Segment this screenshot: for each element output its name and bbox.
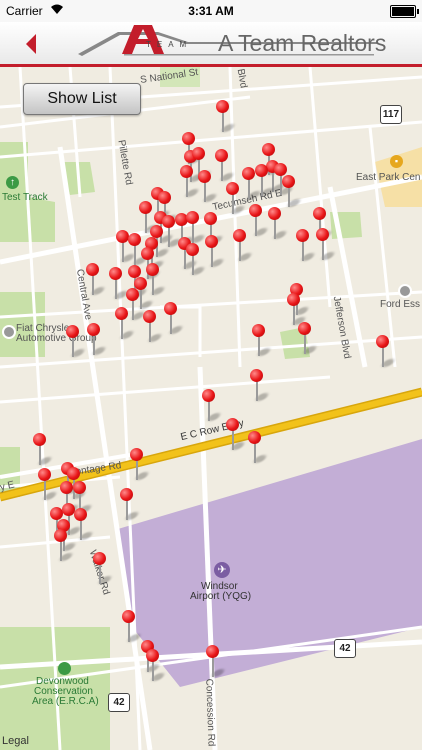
route-shield-117: 117 [380,105,402,124]
battery-icon [390,5,419,18]
map-pin-icon[interactable] [120,488,141,522]
route-shield-42-west: 42 [108,693,130,712]
map-pin-icon[interactable] [38,468,59,502]
poi-east-park[interactable]: East Park Cen [356,172,420,183]
map-view[interactable]: S National St Blvd Pillette Rd Tecumseh … [0,67,422,750]
map-pin-icon[interactable] [316,228,337,262]
map-pin-icon[interactable] [146,263,167,297]
map-pin-icon[interactable] [130,448,151,482]
map-pin-icon[interactable] [226,418,247,452]
map-pin-icon[interactable] [249,204,270,238]
map-pin-icon[interactable] [54,529,75,563]
devonwood-icon[interactable] [58,662,71,675]
logo-team-text: TEAM [146,40,193,49]
map-pin-icon[interactable] [250,369,271,403]
ford-poi-icon[interactable] [398,284,412,298]
brand-name: A Team Realtors [218,30,387,56]
map-pin-icon[interactable] [376,335,397,369]
poi-test-track[interactable]: Test Track [2,192,48,203]
map-pin-icon[interactable] [66,325,87,359]
map-pin-icon[interactable] [205,235,226,269]
map-pin-icon[interactable] [255,164,276,198]
map-pin-icon[interactable] [33,433,54,467]
fiat-poi-icon[interactable] [2,325,16,339]
map-pin-icon[interactable] [87,323,108,357]
map-pin-icon[interactable] [186,243,207,277]
back-arrow-icon[interactable] [18,30,46,58]
nav-bar: TEAM A Team Realtors [0,22,422,67]
map-pin-icon[interactable] [93,552,114,586]
map-pin-icon[interactable] [198,170,219,204]
map-pin-icon[interactable] [215,149,236,183]
poi-airport-2[interactable]: Airport (YQG) [190,591,251,602]
map-pin-icon[interactable] [298,322,319,356]
map-pin-icon[interactable] [143,310,164,344]
map-pin-icon[interactable] [180,165,201,199]
map-pin-icon[interactable] [202,389,223,423]
map-pin-icon[interactable] [282,175,303,209]
map-pin-icon[interactable] [74,508,95,542]
route-shield-42-east: 42 [334,639,356,658]
map-pin-icon[interactable] [296,229,317,263]
road-label-concession: Concession Rd [203,678,217,747]
map-pin-icon[interactable] [248,431,269,465]
legal-link[interactable]: Legal [2,735,29,747]
poi-fiat-2[interactable]: Automotive Group [16,333,97,344]
map-pin-icon[interactable] [216,100,237,134]
map-pin-icon[interactable] [206,645,227,679]
test-track-icon[interactable]: ↑ [6,176,19,189]
airport-icon[interactable]: ✈ [214,562,230,578]
brand-logo: TEAM A Team Realtors [78,22,408,64]
poi-ford[interactable]: Ford Ess [380,299,420,310]
map-pin-icon[interactable] [128,233,149,267]
map-pin-icon[interactable] [252,324,273,358]
map-pin-icon[interactable] [109,267,130,301]
map-pin-icon[interactable] [268,207,289,241]
show-list-button[interactable]: Show List [23,83,141,115]
map-pin-icon[interactable] [242,167,263,201]
map-pin-icon[interactable] [146,649,167,683]
map-pin-icon[interactable] [226,182,247,216]
east-park-icon[interactable]: ▪ [390,155,403,168]
map-pin-icon[interactable] [115,307,136,341]
poi-devonwood-3[interactable]: Area (E.R.C.A) [32,696,99,707]
map-pin-icon[interactable] [122,610,143,644]
map-pin-icon[interactable] [162,215,183,249]
map-pin-icon[interactable] [86,263,107,297]
status-time: 3:31 AM [188,4,234,18]
map-pin-icon[interactable] [233,229,254,263]
map-pin-icon[interactable] [164,302,185,336]
status-bar: Carrier 3:31 AM [0,0,422,22]
